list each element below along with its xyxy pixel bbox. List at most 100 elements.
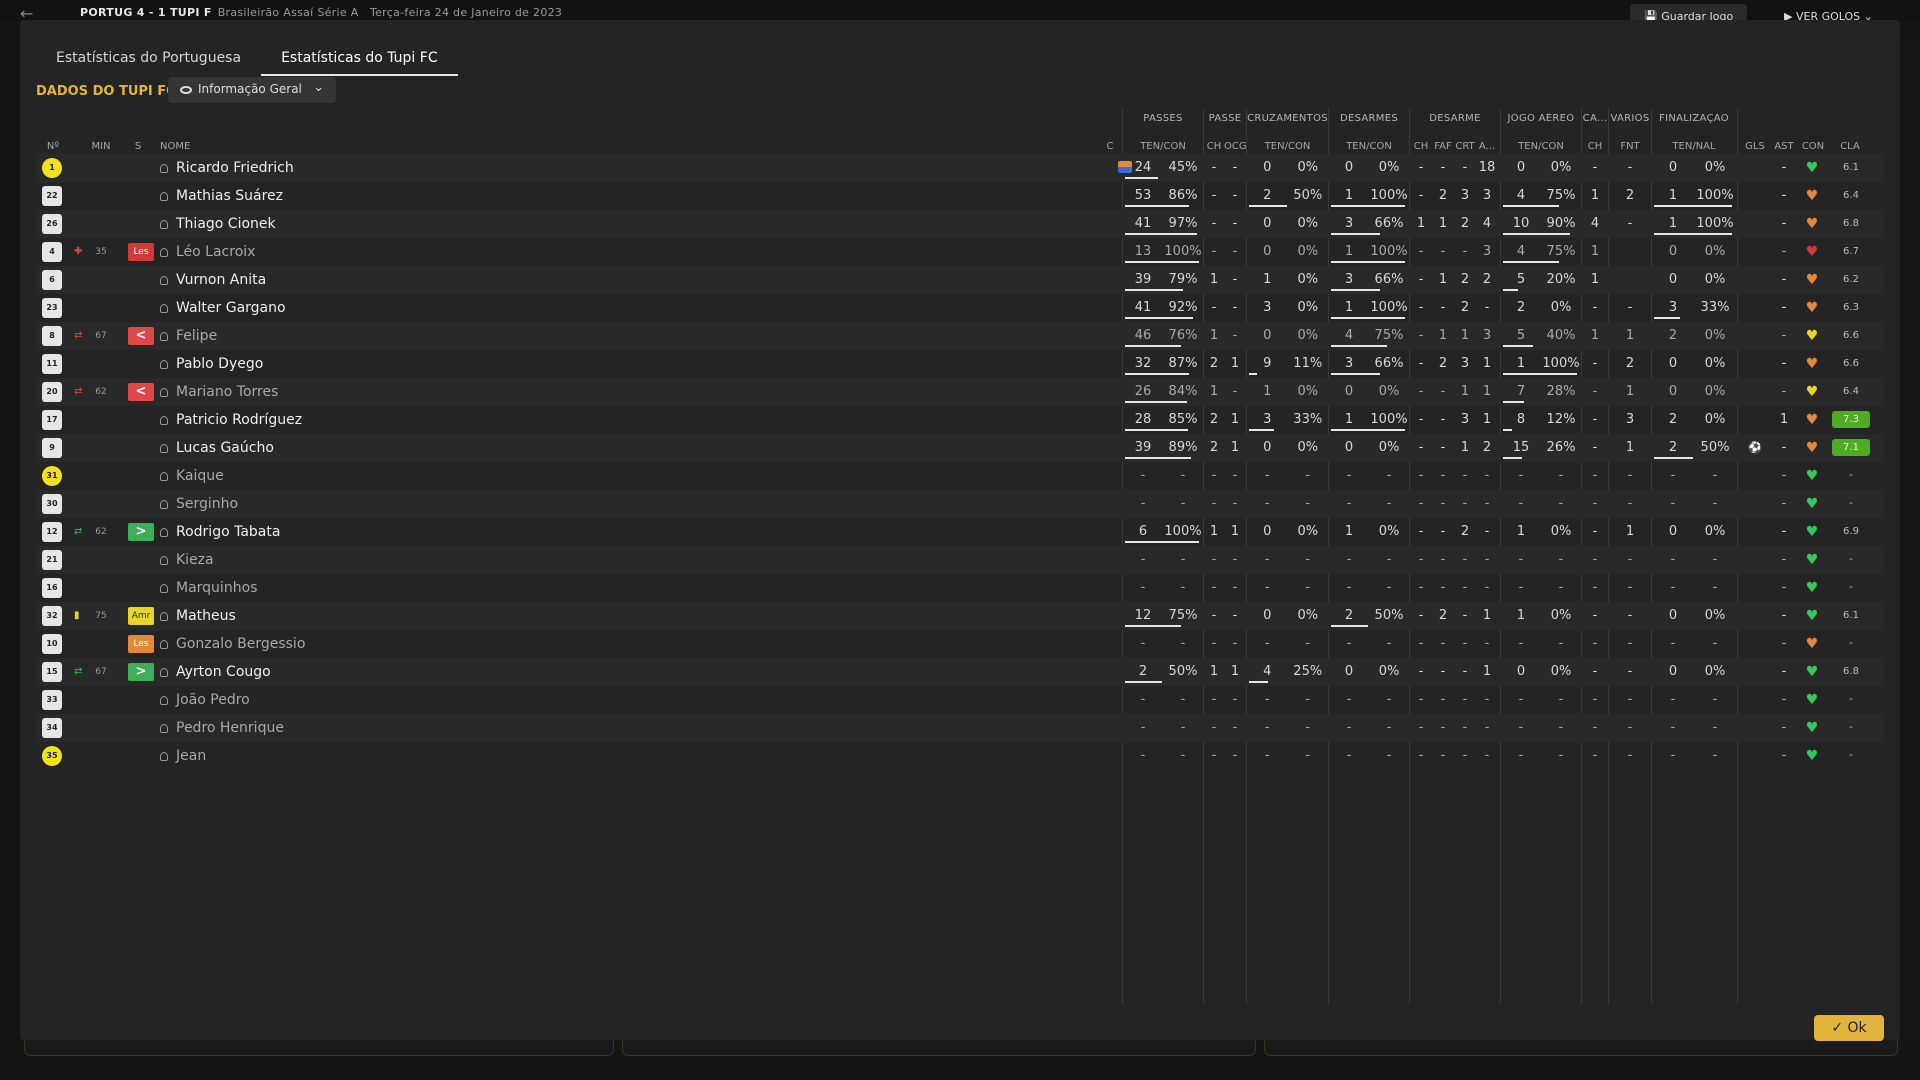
minute-value [86,714,116,742]
tackle-ch: - [1418,496,1424,511]
table-row[interactable]: 10 Les Gonzalo Bergessio - - - - - - - - - - - - - - - - - -… [36,630,1884,658]
column-header-s[interactable]: S [128,141,148,152]
player-name[interactable]: Serginho [160,490,238,518]
pass-ocg: - [1232,384,1238,399]
player-name[interactable]: Gonzalo Bergessio [160,630,305,658]
player-name[interactable]: Patricio Rodríguez [160,406,302,434]
table-row[interactable]: 15 ⇄ 67 > Ayrton Cougo 2 50% 1 1 4 25% 0 0% - - -1 0 0% - -… [36,658,1884,686]
passes-bar [1125,457,1191,459]
table-row[interactable]: 34 Pedro Henrique - - - - - - - - - - - - - - - - - - - ♥ - [36,714,1884,742]
table-row[interactable]: 32 ▮ 75 Amr Matheus 12 75% - -0 0% 2 50% -2-1 1 0% - -0 0… [36,602,1884,630]
table-row[interactable]: 23 Walter Gargano 41 92% - -3 0% 1 100% - -2-2 0% - -… [36,294,1884,322]
player-name[interactable]: Mathias Suárez [160,182,283,210]
pass-ch: 1 [1209,328,1219,343]
tackle-crt: - [1462,496,1468,511]
tackles-bar [1331,289,1380,291]
shots-count: 0 [1668,244,1678,259]
passes-count: - [1140,552,1146,567]
minute-value [86,294,116,322]
scrollbar[interactable] [1901,40,1920,1040]
column-header-var_fnt[interactable]: FNT [1609,141,1651,152]
column-header-ast[interactable]: AST [1770,141,1798,152]
table-row[interactable]: 20 ⇄ 62 < Mariano Torres 26 84% 1-1 0% 0 0% - -1 1 7 28… [36,378,1884,406]
group-header-1: PASSE [1208,113,1242,124]
player-name[interactable]: Jean [160,742,206,770]
goals-value [1740,490,1770,518]
column-header-aereo[interactable]: TEN/CON [1501,141,1581,152]
table-row[interactable]: 35 Jean - - - - - - - - - - - - - - - - - - - ♥ - [36,742,1884,770]
player-name[interactable]: Vurnon Anita [160,266,266,294]
player-rating: 6.8 [1843,218,1859,229]
group-header-6: CA... [1582,113,1608,124]
column-header-cruz[interactable]: TEN/CON [1247,141,1328,152]
tackle-faf: - [1440,244,1446,259]
condition-heart-icon: ♥ [1805,552,1819,568]
column-header-min[interactable]: MIN [86,141,116,152]
passes-bar [1125,541,1199,543]
player-name[interactable]: Lucas Gaúcho [160,434,274,462]
table-row[interactable]: 21 Kieza - - - - - - - - - - - - - - - - - - - ♥ - [36,546,1884,574]
column-header-des_crt[interactable]: CRT [1454,141,1476,152]
column-header-des_a[interactable]: A... [1476,141,1498,152]
table-row[interactable]: 22 Mathias Suárez 53 86% - -2 50% 1 100% -2 3 3 4 75%… [36,182,1884,210]
table-row[interactable]: 30 Serginho - - - - - - - - - - - - - - - - - - - ♥ - [36,490,1884,518]
column-header-des_ch[interactable]: CH [1410,141,1432,152]
tab-portuguesa-stats[interactable]: Estatísticas do Portuguesa [36,46,261,76]
column-header-name[interactable]: NOME [160,141,220,152]
player-name[interactable]: Marquinhos [160,574,257,602]
ok-button[interactable]: ✓ Ok [1814,1015,1884,1041]
passes-pct: 50% [1168,664,1198,679]
column-header-passe_ch[interactable]: CH [1204,141,1224,152]
player-name[interactable]: Ricardo Friedrich [160,154,294,182]
tackle-crt: 2 [1460,216,1470,231]
table-row[interactable]: 31 Kaique - - - - - - - - - - - - - - - - - - - ♥ - [36,462,1884,490]
player-name[interactable]: Kieza [160,546,214,574]
column-header-cla[interactable]: CLA [1830,141,1870,152]
tackle-faf: - [1440,384,1446,399]
player-name[interactable]: Pedro Henrique [160,714,284,742]
column-header-ca_ch[interactable]: CH [1582,141,1608,152]
tackles-bar [1331,345,1387,347]
column-header-fin[interactable]: TEN/NAL [1652,141,1736,152]
player-name[interactable]: Mariano Torres [160,378,278,406]
player-name[interactable]: Walter Gargano [160,294,286,322]
column-header-des_faf[interactable]: FAF [1432,141,1454,152]
table-row[interactable]: 16 Marquinhos - - - - - - - - - - - - - - - - - - - ♥ - [36,574,1884,602]
table-row[interactable]: 11 Pablo Dyego 32 87% 2 1 9 11% 3 66% -2 3 1 1 100% -2 0… [36,350,1884,378]
player-name[interactable]: João Pedro [160,686,250,714]
column-header-con[interactable]: CON [1798,141,1828,152]
player-name[interactable]: Rodrigo Tabata [160,518,280,546]
player-name-text: Matheus [176,608,236,624]
table-row[interactable]: 12 ⇄ 62 > Rodrigo Tabata 6 100% 1 1 0 0% 1 0% - -2-1 0%… [36,518,1884,546]
player-name[interactable]: Pablo Dyego [160,350,263,378]
table-row[interactable]: 4 ✚ 35 Les Léo Lacroix 13 100% - -0 0% 1 100% - - -3 4 7… [36,238,1884,266]
player-name[interactable]: Kaique [160,462,224,490]
column-header-passes[interactable]: TEN/CON [1123,141,1203,152]
various-fnt: - [1627,552,1633,567]
group-header-5: JOGO AÉREO [1507,113,1575,124]
aerial-count: - [1518,496,1524,511]
shots-pct: - [1712,720,1718,735]
table-row[interactable]: 6 Vurnon Anita 39 79% 1-1 0% 3 66% -1 2 2 5 20% 1 0 0% -… [36,266,1884,294]
tackle-crt: 1 [1460,328,1470,343]
player-name[interactable]: Matheus [160,602,236,630]
table-row[interactable]: 17 Patricio Rodríguez 28 85% 2 1 3 33% 1 100% - -3 1… [36,406,1884,434]
player-name[interactable]: Ayrton Cougo [160,658,271,686]
player-rating: - [1849,470,1853,481]
table-row[interactable]: 1 Ricardo Friedrich 24 45% - -0 0% 0 0% - - -18 0 0% -… [36,154,1884,182]
player-name[interactable]: Thiago Cionek [160,210,276,238]
table-row[interactable]: 33 João Pedro - - - - - - - - - - - - - - - - - - - ♥ - [36,686,1884,714]
player-name[interactable]: Felipe [160,322,217,350]
column-header-c[interactable]: C [1102,141,1118,152]
column-header-passe_ocg[interactable]: OCG [1224,141,1246,152]
player-name-text: Ricardo Friedrich [176,160,294,176]
view-select[interactable]: Informação Geral ⌄ [168,77,336,103]
table-row[interactable]: 9 Lucas Gaúcho 39 89% 2 1 0 0% 0 0% - -1 2 15 26% -1 2 50… [36,434,1884,462]
column-header-num[interactable]: Nº [38,141,68,152]
column-header-des[interactable]: TEN/CON [1329,141,1409,152]
table-row[interactable]: 8 ⇄ 67 < Felipe 46 76% 1-0 0% 4 75% -1 1 3 5 40% 1 1 2 0% - ♥… [36,322,1884,350]
column-header-gls[interactable]: GLS [1740,141,1770,152]
tab-tupi-stats[interactable]: Estatísticas do Tupi FC [261,46,458,76]
table-row[interactable]: 26 Thiago Cionek 41 97% - -0 0% 3 66% 1 1 2 4 10 90% 4-… [36,210,1884,238]
player-name[interactable]: Léo Lacroix [160,238,255,266]
